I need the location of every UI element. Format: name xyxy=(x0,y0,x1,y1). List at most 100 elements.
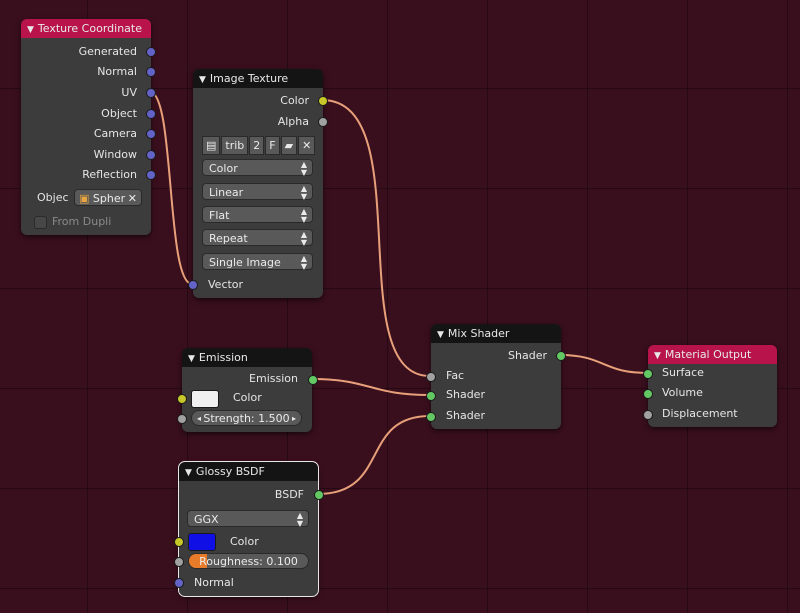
socket-normal-in[interactable] xyxy=(174,578,184,588)
output-alpha: Alpha xyxy=(277,115,309,128)
input-vector: Vector xyxy=(208,278,244,291)
socket-emission-color-in[interactable] xyxy=(177,394,187,404)
socket-bsdf-out[interactable] xyxy=(314,490,324,500)
collapse-triangle-icon[interactable]: ▼ xyxy=(188,350,195,369)
socket-generated[interactable] xyxy=(146,47,156,57)
collapse-triangle-icon[interactable]: ▼ xyxy=(185,464,192,483)
output-window: Window xyxy=(93,148,137,161)
distribution-value: GGX xyxy=(194,513,219,526)
mix-shader-node[interactable]: ▼ Mix Shader Shader Fac Shader Shader xyxy=(431,324,561,429)
emission-color-swatch[interactable] xyxy=(191,390,219,408)
texture-coordinate-node[interactable]: ▼ Texture Coordinate Generated Normal UV … xyxy=(21,19,151,235)
link-bsdf-to-shader xyxy=(317,415,431,495)
link-shader-to-surface xyxy=(559,354,649,374)
cube-icon: ▣ xyxy=(79,192,90,205)
material-output-header[interactable]: ▼ Material Output xyxy=(648,345,777,364)
updown-arrows-icon: ▲ ▼ xyxy=(300,254,307,271)
emission-color-label: Color xyxy=(233,391,262,404)
socket-displacement-in[interactable] xyxy=(643,410,653,420)
socket-shader-1-in[interactable] xyxy=(426,391,436,401)
image-texture-node[interactable]: ▼ Image Texture Color Alpha ▤ trib 2 F ▰ … xyxy=(193,69,323,298)
projection-value: Flat xyxy=(209,209,230,222)
collapse-triangle-icon[interactable]: ▼ xyxy=(654,347,661,366)
updown-arrows-icon: ▲ ▼ xyxy=(296,511,303,528)
image-selector[interactable]: ▤ trib 2 F ▰ ✕ xyxy=(202,136,316,155)
projection-dropdown[interactable]: Flat ▲ ▼ xyxy=(202,206,313,224)
glossy-bsdf-node[interactable]: ▼ Glossy BSDF BSDF GGX ▲ ▼ Color Roughness:… xyxy=(178,461,319,597)
socket-glossy-color-in[interactable] xyxy=(174,537,184,547)
strength-field[interactable]: ◂ Strength: 1.500 ▸ xyxy=(191,410,302,426)
node-title: Glossy BSDF xyxy=(195,465,265,478)
node-title: Texture Coordinate xyxy=(37,22,142,35)
socket-roughness-in[interactable] xyxy=(174,557,184,567)
node-title: Image Texture xyxy=(209,72,289,85)
color-space-dropdown[interactable]: Color ▲ ▼ xyxy=(202,159,313,177)
input-surface: Surface xyxy=(662,366,704,379)
collapse-triangle-icon[interactable]: ▼ xyxy=(199,71,206,90)
source-dropdown[interactable]: Single Image ▲ ▼ xyxy=(202,253,313,271)
from-dupli-checkbox[interactable] xyxy=(34,216,47,229)
socket-volume-in[interactable] xyxy=(643,389,653,399)
input-displacement: Displacement xyxy=(662,407,738,420)
updown-arrows-icon: ▲ ▼ xyxy=(300,184,307,201)
socket-object[interactable] xyxy=(146,109,156,119)
open-image-icon[interactable]: ▰ xyxy=(280,136,298,155)
increment-arrow-icon[interactable]: ▸ xyxy=(292,411,296,427)
socket-normal[interactable] xyxy=(146,67,156,77)
image-browse-icon[interactable]: ▤ xyxy=(202,136,221,155)
socket-fac-in[interactable] xyxy=(426,372,436,382)
input-volume: Volume xyxy=(662,386,703,399)
output-color: Color xyxy=(280,94,309,107)
output-bsdf: BSDF xyxy=(274,488,304,501)
socket-camera[interactable] xyxy=(146,129,156,139)
socket-emission-out[interactable] xyxy=(308,375,318,385)
collapse-triangle-icon[interactable]: ▼ xyxy=(437,326,444,345)
interpolation-dropdown[interactable]: Linear ▲ ▼ xyxy=(202,183,313,201)
socket-color-out[interactable] xyxy=(318,96,328,106)
link-color-to-fac xyxy=(321,99,431,377)
mix-shader-header[interactable]: ▼ Mix Shader xyxy=(431,324,561,343)
distribution-dropdown[interactable]: GGX ▲ ▼ xyxy=(187,510,309,528)
fake-user-button[interactable]: F xyxy=(265,136,280,155)
link-emission-to-shader xyxy=(311,378,431,396)
socket-alpha-out[interactable] xyxy=(318,117,328,127)
input-normal: Normal xyxy=(194,576,234,589)
emission-node[interactable]: ▼ Emission Emission Color ◂ Strength: 1.5… xyxy=(182,348,312,432)
strength-value: 1.500 xyxy=(258,412,290,425)
socket-window[interactable] xyxy=(146,150,156,160)
socket-mix-shader-out[interactable] xyxy=(556,351,566,361)
socket-vector-in[interactable] xyxy=(188,280,198,290)
socket-reflection[interactable] xyxy=(146,170,156,180)
image-texture-header[interactable]: ▼ Image Texture xyxy=(193,69,323,88)
input-shader-1: Shader xyxy=(446,388,485,401)
emission-header[interactable]: ▼ Emission xyxy=(182,348,312,367)
strength-label: Strength: xyxy=(203,412,255,425)
roughness-label: Roughness: xyxy=(199,555,263,568)
roughness-slider[interactable]: Roughness: 0.100 xyxy=(188,553,309,569)
input-shader-2: Shader xyxy=(446,409,485,422)
output-shader: Shader xyxy=(508,349,547,362)
socket-strength-in[interactable] xyxy=(177,414,187,424)
socket-shader-2-in[interactable] xyxy=(426,412,436,422)
texture-coordinate-header[interactable]: ▼ Texture Coordinate xyxy=(21,19,151,38)
socket-uv[interactable] xyxy=(146,88,156,98)
clear-icon[interactable]: ✕ xyxy=(128,190,137,207)
unlink-icon[interactable]: ✕ xyxy=(298,136,316,155)
object-label: Objec xyxy=(37,191,69,204)
object-field[interactable]: ▣ Spher ✕ xyxy=(74,189,142,206)
node-title: Material Output xyxy=(664,348,752,361)
link-uv-to-vector xyxy=(149,91,193,285)
node-title: Mix Shader xyxy=(447,327,510,340)
socket-surface-in[interactable] xyxy=(643,369,653,379)
output-reflection: Reflection xyxy=(82,168,137,181)
material-output-node[interactable]: ▼ Material Output Surface Volume Displace… xyxy=(648,345,777,427)
object-value: Spher xyxy=(92,192,126,205)
glossy-color-swatch[interactable] xyxy=(188,533,216,551)
glossy-header[interactable]: ▼ Glossy BSDF xyxy=(179,462,318,481)
output-generated: Generated xyxy=(78,45,137,58)
decrement-arrow-icon[interactable]: ◂ xyxy=(197,411,201,427)
collapse-triangle-icon[interactable]: ▼ xyxy=(27,21,34,40)
image-users[interactable]: 2 xyxy=(249,136,265,155)
image-name[interactable]: trib xyxy=(221,136,249,155)
extension-dropdown[interactable]: Repeat ▲ ▼ xyxy=(202,229,313,247)
